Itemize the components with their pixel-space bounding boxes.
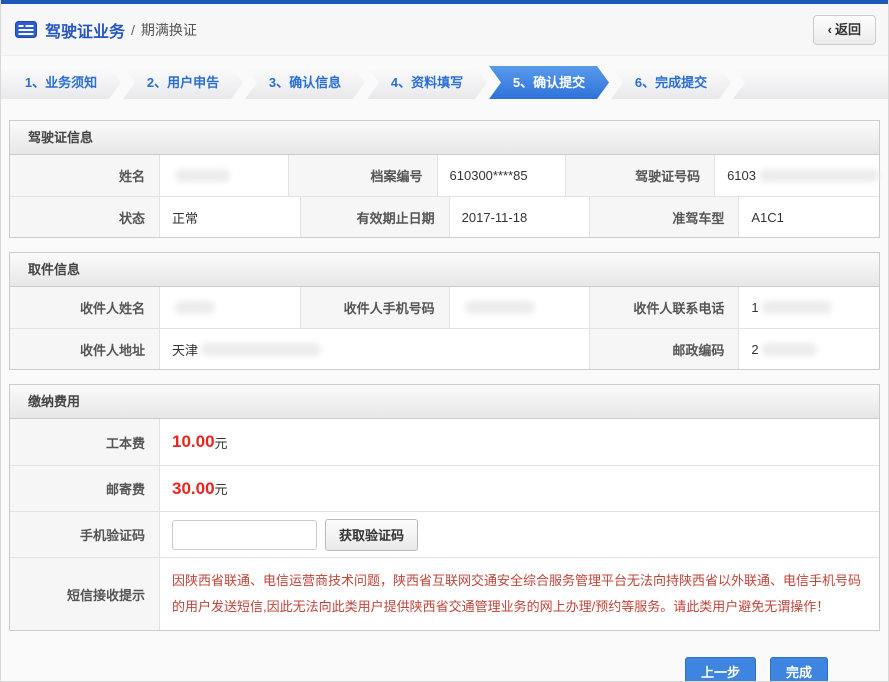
pickup-info-row-1: 收件人姓名 收件人手机号码 收件人联系电话 1 [10, 287, 879, 328]
fee-amount: 30.00 [172, 479, 215, 499]
field-value-status: 正常 [159, 196, 300, 237]
back-button[interactable]: ‹返回 [813, 15, 876, 45]
redacted-blob [201, 343, 321, 356]
section-pickup-info: 取件信息 收件人姓名 收件人手机号码 收件人联系电话 1 收件人地址 天津 邮政… [9, 252, 880, 370]
license-info-row-2: 状态 正常 有效期止日期 2017-11-18 准驾车型 A1C1 [10, 196, 879, 237]
step-5-confirm-submit: 5、确认提交 [489, 66, 609, 99]
step-4-fill-materials: 4、资料填写 [367, 66, 487, 99]
previous-step-button[interactable]: 上一步 [685, 657, 756, 682]
license-info-row-1: 姓名 档案编号 610300****85 驾驶证号码 6103 [10, 155, 879, 196]
field-value-name [159, 155, 288, 196]
page-header: 驾驶证业务 / 期满换证 ‹返回 [1, 4, 888, 56]
section-title: 驾驶证信息 [10, 121, 879, 155]
fee-row-production: 工本费 10.00元 [10, 419, 879, 465]
section-title: 缴纳费用 [10, 385, 879, 419]
field-value-recipient-mobile [449, 287, 590, 328]
step-label: 4、资料填写 [391, 75, 463, 90]
fee-unit: 元 [215, 433, 228, 452]
redacted-blob [762, 343, 817, 356]
fee-amount: 10.00 [172, 432, 215, 452]
page: 驾驶证业务 / 期满换证 ‹返回 1、业务须知 2、用户申告 3、确认信息 4、… [0, 0, 889, 682]
field-label-license-number: 驾驶证号码 [565, 155, 714, 196]
step-2-user-declaration: 2、用户申告 [123, 66, 243, 99]
field-label-recipient-mobile: 收件人手机号码 [300, 287, 449, 328]
field-label-file-number: 档案编号 [288, 155, 437, 196]
sms-code-row: 手机验证码 获取验证码 [10, 511, 879, 557]
redacted-blob [762, 301, 832, 314]
field-value-mailing-fee: 30.00元 [159, 465, 879, 511]
field-value-postal-code: 2 [738, 328, 879, 369]
redacted-blob [175, 301, 215, 314]
fee-unit: 元 [215, 479, 228, 498]
step-label: 3、确认信息 [269, 75, 341, 90]
field-value-recipient-phone: 1 [738, 287, 879, 328]
field-label-name: 姓名 [10, 155, 159, 196]
field-label-vehicle-class: 准驾车型 [589, 196, 738, 237]
sms-notice-cell: 因陕西省联通、电信运营商技术问题，陕西省互联网交通安全综合服务管理平台无法向持陕… [159, 557, 879, 630]
field-value-recipient-name [159, 287, 300, 328]
field-value-file-number: 610300****85 [437, 155, 566, 196]
pickup-info-row-2: 收件人地址 天津 邮政编码 2 [10, 328, 879, 369]
step-label: 6、完成提交 [635, 75, 707, 90]
field-value-license-number: 6103 [714, 155, 879, 196]
field-label-production-fee: 工本费 [10, 419, 159, 465]
chevron-left-icon: ‹ [828, 22, 832, 37]
finish-button[interactable]: 完成 [770, 657, 828, 682]
step-nav: 1、业务须知 2、用户申告 3、确认信息 4、资料填写 5、确认提交 6、完成提… [1, 66, 888, 99]
field-label-mailing-fee: 邮寄费 [10, 465, 159, 511]
step-nav-filler [733, 66, 888, 99]
step-1-business-notice: 1、业务须知 [1, 66, 121, 99]
step-6-complete-submit: 6、完成提交 [611, 66, 731, 99]
fee-row-mailing: 邮寄费 30.00元 [10, 465, 879, 511]
section-license-info: 驾驶证信息 姓名 档案编号 610300****85 驾驶证号码 6103 状态… [9, 120, 880, 238]
field-label-sms-code: 手机验证码 [10, 511, 159, 557]
section-fees: 缴纳费用 工本费 10.00元 邮寄费 30.00元 手机验证码 获取验证码 短… [9, 384, 880, 631]
field-value-expiry-date: 2017-11-18 [449, 196, 590, 237]
field-label-status: 状态 [10, 196, 159, 237]
breadcrumb-divider: / [131, 22, 135, 38]
footer-actions: 上一步 完成 [1, 645, 888, 682]
field-label-recipient-phone: 收件人联系电话 [589, 287, 738, 328]
step-label: 1、业务须知 [25, 75, 97, 90]
step-3-confirm-info: 3、确认信息 [245, 66, 365, 99]
field-value-vehicle-class: A1C1 [738, 196, 879, 237]
sms-code-input[interactable] [172, 520, 317, 550]
field-label-sms-notice: 短信接收提示 [10, 557, 159, 630]
field-label-recipient-name: 收件人姓名 [10, 287, 159, 328]
redacted-blob [465, 301, 535, 314]
field-value-production-fee: 10.00元 [159, 419, 879, 465]
license-business-icon [15, 21, 37, 38]
field-value-recipient-address: 天津 [159, 328, 589, 369]
step-label: 2、用户申告 [147, 75, 219, 90]
back-button-label: 返回 [835, 22, 861, 37]
sms-notice-text: 因陕西省联通、电信运营商技术问题，陕西省互联网交通安全综合服务管理平台无法向持陕… [172, 568, 865, 620]
breadcrumb-current: 期满换证 [141, 20, 197, 40]
field-label-expiry-date: 有效期止日期 [300, 196, 449, 237]
section-title: 取件信息 [10, 253, 879, 287]
sms-notice-row: 短信接收提示 因陕西省联通、电信运营商技术问题，陕西省互联网交通安全综合服务管理… [10, 557, 879, 630]
step-label: 5、确认提交 [513, 75, 585, 90]
field-label-postal-code: 邮政编码 [589, 328, 738, 369]
sms-code-cell: 获取验证码 [159, 511, 879, 557]
redacted-blob [759, 169, 879, 182]
page-title: 驾驶证业务 [45, 18, 125, 42]
redacted-blob [175, 169, 230, 182]
field-label-recipient-address: 收件人地址 [10, 328, 159, 369]
get-sms-code-button[interactable]: 获取验证码 [325, 519, 418, 551]
